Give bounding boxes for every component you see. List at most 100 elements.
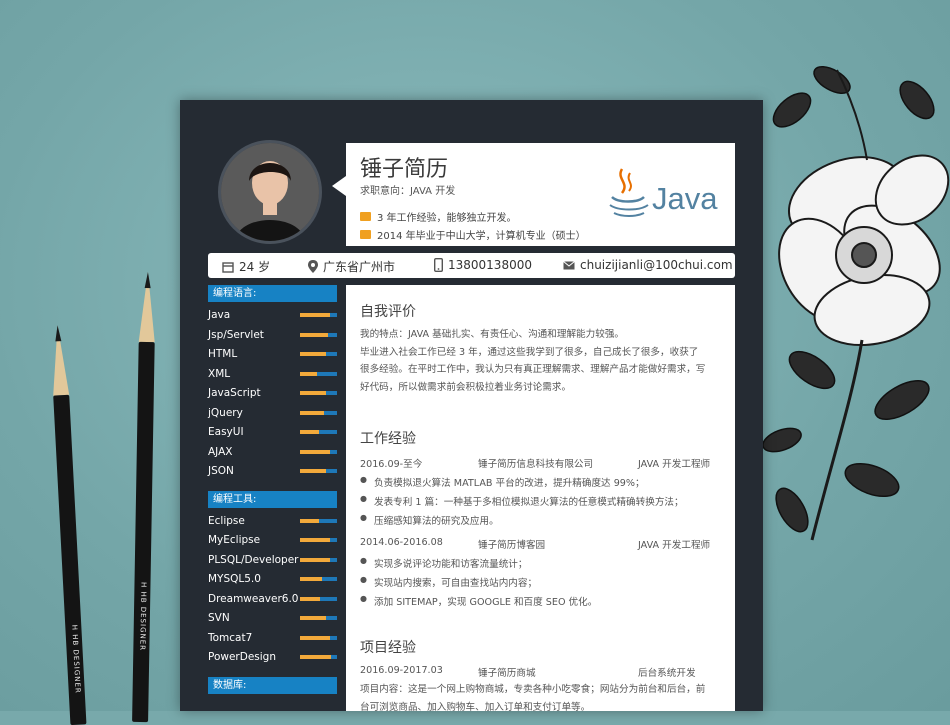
skills-column: 编程语言: Java Jsp/Servlet HTML XML JavaScript jQu… [208, 285, 337, 698]
skill-name: EasyUI [208, 426, 244, 438]
skill-level-bar [300, 410, 337, 415]
resume-main-content: 自我评价 我的特点：JAVA 基础扎实、有责任心、沟通和理解能力较强。 毕业进入… [346, 285, 735, 711]
skill-group-title: 数据库: [208, 676, 337, 694]
contact-email[interactable]: chuizijianli@100chui.com [563, 258, 733, 272]
skill-level-fill [300, 449, 330, 454]
skill-row: HTML [208, 345, 337, 365]
skill-level-fill [300, 616, 326, 620]
skill-level-fill [300, 557, 330, 562]
resume-page: 锤子简历 求职意向：JAVA 开发 3 年工作经验，能够独立开发。 2014 年… [180, 100, 763, 711]
skill-level-fill [300, 518, 319, 523]
skill-name: Tomcat7 [208, 631, 253, 644]
skill-level-fill [300, 469, 326, 473]
skill-level-bar [300, 518, 337, 523]
skill-row: Java [208, 306, 337, 326]
skill-level-bar [300, 469, 337, 473]
skill-level-bar [300, 313, 337, 317]
project-heading: 项目经验 [360, 640, 416, 656]
skill-row: Dreamweaver6.0 [208, 590, 337, 610]
skill-row: PLSQL/Developer [208, 551, 337, 571]
skill-name: MYSQL5.0 [208, 573, 261, 585]
mobile-phone-icon [434, 258, 443, 272]
highlight-experience: 3 年工作经验，能够独立开发。 [360, 209, 517, 224]
skill-name: PowerDesign [208, 651, 276, 663]
contact-bar: 24 岁 广东省广州市 13800138000 chuizijianli@100… [208, 253, 735, 278]
skill-name: JavaScript [208, 387, 261, 399]
envelope-icon [563, 260, 575, 269]
skill-level-bar [300, 430, 337, 434]
calendar-icon [222, 261, 234, 273]
skill-row: Jsp/Servlet [208, 326, 337, 346]
job-1-bullet: 发表专利 1 篇：一种基于多相位模拟退火算法的任意模式精确转换方法； [360, 494, 725, 508]
avatar [218, 140, 322, 244]
skill-level-fill [300, 332, 328, 337]
skill-level-fill [300, 430, 319, 434]
skill-row: XML [208, 365, 337, 385]
skill-name: PLSQL/Developer [208, 553, 299, 566]
skill-name: SVN [208, 612, 230, 624]
skill-level-fill [300, 655, 332, 659]
skill-name: JSON [208, 465, 234, 477]
skill-group-title: 编程工具: [208, 490, 337, 508]
job-2-bullet: 实现站内搜索，可自由查找站内内容； [360, 575, 725, 589]
skill-level-bar [300, 635, 337, 640]
project-description: 项目内容：这是一个网上购物商城，专卖各种小吃零食；网站分为前台和后台，前 台可浏… [360, 684, 706, 711]
skill-level-fill [300, 635, 330, 640]
skill-group-title: 编程语言: [208, 285, 337, 302]
skill-level-bar [300, 655, 337, 659]
skill-level-fill [300, 313, 330, 317]
pencil-label: H HB DESIGNER [138, 581, 148, 652]
skill-level-bar [300, 577, 337, 581]
self-eval-text: 我的特点：JAVA 基础扎实、有责任心、沟通和理解能力较强。 毕业进入社会工作已… [360, 329, 706, 393]
briefcase-icon [360, 212, 371, 221]
skill-level-bar [300, 557, 337, 562]
skill-name: Eclipse [208, 514, 245, 527]
skill-level-fill [300, 352, 326, 356]
job-1-bullet: 负责模拟退火算法 MATLAB 平台的改进，提升精确度达 99%； [360, 475, 725, 489]
graduation-cap-icon [360, 230, 371, 239]
skill-level-bar [300, 616, 337, 620]
skill-level-fill [300, 371, 317, 376]
work-heading: 工作经验 [360, 431, 416, 447]
skill-level-bar [300, 332, 337, 337]
skill-level-bar [300, 352, 337, 356]
skill-name: Jsp/Servlet [208, 328, 264, 341]
skill-name: Java [208, 309, 231, 321]
job-intent: 求职意向：JAVA 开发 [360, 186, 456, 197]
header-card: 锤子简历 求职意向：JAVA 开发 3 年工作经验，能够独立开发。 2014 年… [346, 143, 735, 246]
skill-name: XML [208, 367, 231, 380]
skill-row: SVN [208, 609, 337, 629]
job-2-bullet: 实现多说评论功能和访客流量统计； [360, 556, 725, 570]
skill-name: AJAX [208, 445, 233, 458]
job-1-bullet: 压缩感知算法的研究及应用。 [360, 513, 725, 527]
highlight-education: 2014 年毕业于中山大学，计算机专业（硕士） [360, 227, 586, 242]
skill-level-bar [300, 371, 337, 376]
skill-name: Dreamweaver6.0 [208, 592, 299, 605]
skill-row: MyEclipse [208, 531, 337, 551]
skill-name: MyEclipse [208, 534, 261, 546]
skill-row: JSON [208, 462, 337, 482]
skill-row: jQuery [208, 404, 337, 424]
job-2-bullet: 添加 SITEMAP，实现 GOOGLE 和百度 SEO 优化。 [360, 594, 725, 608]
skill-level-fill [300, 410, 325, 415]
skill-row: EasyUI [208, 423, 337, 443]
skill-row: MYSQL5.0 [208, 570, 337, 590]
skill-name: jQuery [208, 406, 243, 419]
skill-level-fill [300, 596, 321, 601]
contact-phone: 13800138000 [434, 258, 532, 272]
contact-location: 广东省广州市 [308, 258, 395, 275]
skill-row: Eclipse [208, 512, 337, 532]
skill-row: PowerDesign [208, 648, 337, 668]
location-pin-icon [308, 260, 318, 273]
skill-row: Tomcat7 [208, 629, 337, 649]
skill-name: HTML [208, 348, 238, 360]
skill-level-bar [300, 391, 337, 395]
skill-level-fill [300, 538, 330, 542]
java-logo-text: Java [652, 181, 718, 216]
header-pointer [332, 176, 346, 196]
skill-level-fill [300, 391, 326, 395]
skill-row: AJAX [208, 443, 337, 463]
skill-row: JavaScript [208, 384, 337, 404]
skill-level-bar [300, 596, 337, 601]
candidate-name: 锤子简历 [360, 157, 449, 182]
